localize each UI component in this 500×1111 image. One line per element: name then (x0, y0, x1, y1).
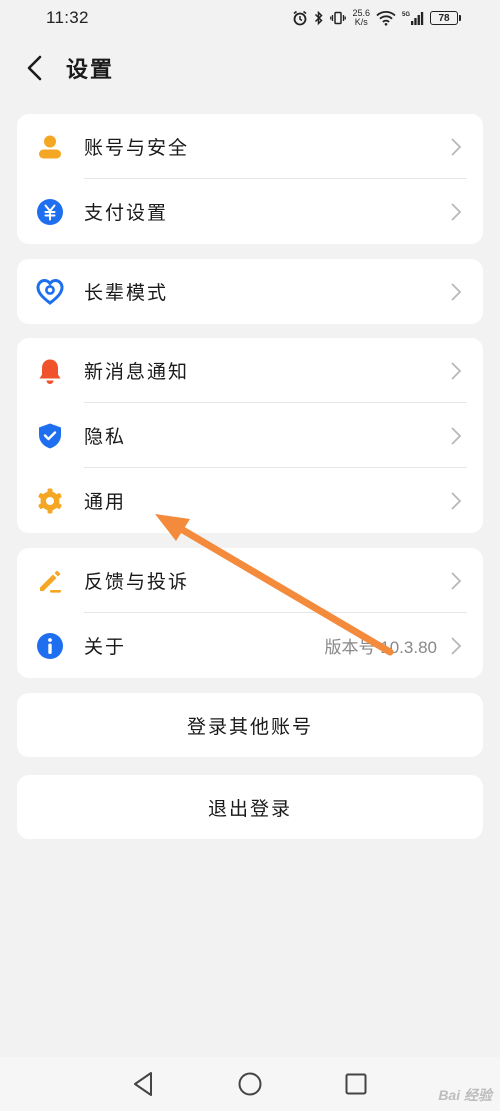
navigation-bar: Bai 经验 (0, 1057, 500, 1111)
heart-icon (36, 278, 64, 305)
settings-group-support: 反馈与投诉 关于 版本号 10.3.80 (17, 548, 483, 678)
status-icons: 25.6 K/s 5G 78 (292, 9, 461, 27)
settings-item-notifications[interactable]: 新消息通知 (17, 338, 483, 403)
status-time: 11:32 (46, 8, 89, 27)
settings-item-account-security[interactable]: 账号与安全 (17, 114, 483, 179)
header: 设置 (0, 46, 500, 90)
switch-account-label: 登录其他账号 (186, 715, 313, 738)
svg-text:5G: 5G (402, 12, 410, 18)
battery-indicator: 78 (430, 11, 461, 25)
settings-item-label: 账号与安全 (84, 137, 190, 159)
settings-item-general[interactable]: 通用 (17, 468, 483, 533)
settings-item-privacy[interactable]: 隐私 (17, 403, 483, 468)
settings-item-label: 通用 (84, 491, 127, 513)
wifi-icon (376, 11, 396, 26)
nav-back-button[interactable] (129, 1069, 159, 1099)
vibrate-icon (330, 11, 347, 25)
nav-home-button[interactable] (235, 1069, 265, 1099)
shield-icon (39, 423, 61, 449)
watermark: Bai 经验 (438, 1087, 492, 1103)
chevron-right-icon (451, 283, 462, 301)
chevron-right-icon (451, 362, 462, 380)
settings-group-elder: 长辈模式 (17, 259, 483, 324)
chevron-right-icon (451, 138, 462, 156)
back-button[interactable] (20, 52, 52, 84)
settings-group-account: 账号与安全 支付设置 (17, 114, 483, 244)
settings-item-label: 反馈与投诉 (84, 571, 190, 593)
page-title: 设置 (66, 58, 115, 83)
switch-account-button[interactable]: 登录其他账号 (17, 693, 483, 757)
bluetooth-icon (315, 10, 324, 26)
settings-item-label: 支付设置 (84, 202, 169, 224)
settings-group-general: 新消息通知 隐私 通用 (17, 338, 483, 533)
net-speed: 25.6 K/s (352, 9, 370, 27)
chevron-right-icon (451, 427, 462, 445)
person-icon (39, 135, 61, 159)
settings-item-label: 长辈模式 (84, 282, 169, 304)
yuan-icon (37, 199, 63, 225)
chevron-right-icon (451, 203, 462, 221)
alarm-icon (293, 10, 307, 26)
pencil-icon (40, 570, 61, 593)
net-speed-unit: K/s (354, 17, 368, 27)
info-icon (37, 633, 63, 659)
logout-button[interactable]: 退出登录 (17, 775, 483, 839)
logout-label: 退出登录 (207, 797, 292, 820)
settings-item-payment[interactable]: 支付设置 (17, 179, 483, 244)
settings-item-about[interactable]: 关于 版本号 10.3.80 (17, 613, 483, 678)
chevron-right-icon (451, 572, 462, 590)
settings-item-feedback[interactable]: 反馈与投诉 (17, 548, 483, 613)
settings-item-elder-mode[interactable]: 长辈模式 (17, 259, 483, 324)
gear-icon (38, 488, 62, 514)
chevron-right-icon (451, 637, 462, 655)
nav-recents-button[interactable] (341, 1069, 371, 1099)
version-number: 版本号 10.3.80 (324, 638, 437, 657)
battery-level: 78 (438, 12, 450, 24)
bell-icon (39, 359, 61, 384)
status-bar: 11:32 25.6 K/s 5G 78 (0, 0, 500, 36)
settings-item-label: 关于 (84, 636, 127, 658)
chevron-right-icon (451, 492, 462, 510)
settings-item-label: 隐私 (84, 426, 127, 448)
settings-item-label: 新消息通知 (84, 361, 190, 383)
signal-icon: 5G (402, 12, 424, 25)
